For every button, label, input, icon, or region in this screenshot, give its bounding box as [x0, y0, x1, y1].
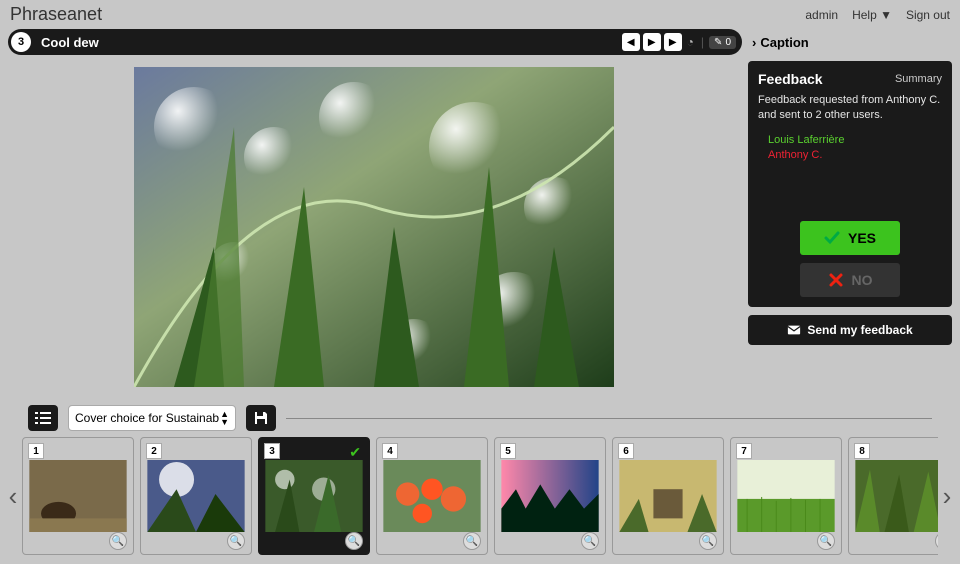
thumb-index: 1 [28, 443, 44, 459]
magnifier-icon: 🔍 [112, 536, 124, 547]
thumb-index: 8 [854, 443, 870, 459]
feedback-summary-link[interactable]: Summary [895, 73, 942, 85]
thumb-index: 3 [264, 443, 280, 459]
chevron-right-icon: › [752, 35, 756, 50]
divider [286, 418, 932, 419]
thumb-image [737, 460, 835, 532]
thumbnail-strip: 1🔍2🔍3✔🔍4🔍5🔍6🔍7🔍8🔍 [22, 437, 938, 555]
thumb-index: 5 [500, 443, 516, 459]
thumbnail[interactable]: 1🔍 [22, 437, 134, 555]
title-bar: 3 Cool dew ◀ ▶ ▶ ◔ | ✎ 0 [8, 29, 742, 55]
select-arrows-icon: ▲▼ [220, 410, 229, 426]
brand: Phraseanet [10, 4, 102, 25]
caption-toggle[interactable]: › Caption [748, 35, 952, 50]
check-icon: ✔ [349, 444, 361, 461]
thumb-image [265, 460, 363, 532]
thumb-image [383, 460, 481, 532]
nav-signout[interactable]: Sign out [906, 8, 950, 22]
thumbnail[interactable]: 2🔍 [140, 437, 252, 555]
list-icon [35, 411, 51, 425]
thumb-image [29, 460, 127, 532]
nav-admin[interactable]: admin [805, 8, 838, 22]
zoom-button[interactable]: 🔍 [581, 532, 599, 550]
pencil-icon: ✎ [714, 37, 722, 48]
caption-label: Caption [760, 35, 808, 50]
list-view-button[interactable] [28, 405, 58, 431]
magnifier-icon: 🔍 [230, 536, 242, 547]
zoom-button[interactable]: 🔍 [935, 532, 938, 550]
thumbnail[interactable]: 3 ✔ 🔍 [258, 437, 370, 555]
yes-label: YES [848, 230, 876, 246]
basket-select[interactable]: Cover choice for Sustainab ▲▼ [68, 405, 236, 431]
next-button[interactable]: ▶ [664, 33, 682, 51]
play-button[interactable]: ▶ [643, 33, 661, 51]
cross-icon [828, 272, 844, 288]
thumbnail[interactable]: 7🔍 [730, 437, 842, 555]
feedback-panel: Feedback Summary Feedback requested from… [748, 61, 952, 307]
thumbnail[interactable]: 6🔍 [612, 437, 724, 555]
no-label: NO [852, 272, 873, 288]
nav-help[interactable]: Help ▼ [852, 8, 892, 22]
thumb-image [855, 460, 938, 532]
thumbnail[interactable]: 5🔍 [494, 437, 606, 555]
thumb-index: 2 [146, 443, 162, 459]
feedback-message: Feedback requested from Anthony C. and s… [758, 93, 942, 124]
thumb-image [147, 460, 245, 532]
magnifier-icon: 🔍 [702, 536, 714, 547]
edit-count[interactable]: ✎ 0 [709, 36, 736, 49]
feedback-user-yes[interactable]: Louis Laferrière [768, 134, 942, 146]
main-image[interactable] [134, 67, 614, 387]
yes-button[interactable]: YES [800, 221, 900, 255]
strip-next-button[interactable]: › [938, 437, 956, 555]
magnifier-icon: 🔍 [466, 536, 478, 547]
thumbnail[interactable]: 8🔍 [848, 437, 938, 555]
strip-prev-button[interactable]: ‹ [4, 437, 22, 555]
zoom-button[interactable]: 🔍 [817, 532, 835, 550]
zoom-button[interactable]: 🔍 [227, 532, 245, 550]
save-icon [253, 410, 269, 426]
zoom-button[interactable]: 🔍 [109, 532, 127, 550]
separator: | [699, 35, 706, 49]
zoom-button[interactable]: 🔍 [345, 532, 363, 550]
thumb-index: 4 [382, 443, 398, 459]
send-feedback-button[interactable]: Send my feedback [748, 315, 952, 345]
envelope-icon [787, 323, 801, 337]
thumb-image [619, 460, 717, 532]
send-label: Send my feedback [807, 323, 912, 337]
feedback-user-no[interactable]: Anthony C. [768, 149, 942, 161]
thumb-index: 6 [618, 443, 634, 459]
page-title: Cool dew [41, 35, 612, 50]
select-label: Cover choice for Sustainab [75, 411, 219, 425]
magnifier-icon: 🔍 [584, 536, 596, 547]
check-icon [824, 230, 840, 246]
no-button[interactable]: NO [800, 263, 900, 297]
magnifier-icon: 🔍 [820, 536, 832, 547]
title-index-badge: 3 [11, 32, 31, 52]
feedback-title: Feedback [758, 71, 823, 87]
image-viewer [8, 61, 740, 393]
clock-icon: ◔ [685, 35, 696, 49]
thumbnail[interactable]: 4🔍 [376, 437, 488, 555]
edit-count-value: 0 [725, 37, 731, 48]
save-button[interactable] [246, 405, 276, 431]
zoom-button[interactable]: 🔍 [699, 532, 717, 550]
thumb-image [501, 460, 599, 532]
prev-button[interactable]: ◀ [622, 33, 640, 51]
thumb-index: 7 [736, 443, 752, 459]
magnifier-icon: 🔍 [348, 536, 360, 547]
zoom-button[interactable]: 🔍 [463, 532, 481, 550]
